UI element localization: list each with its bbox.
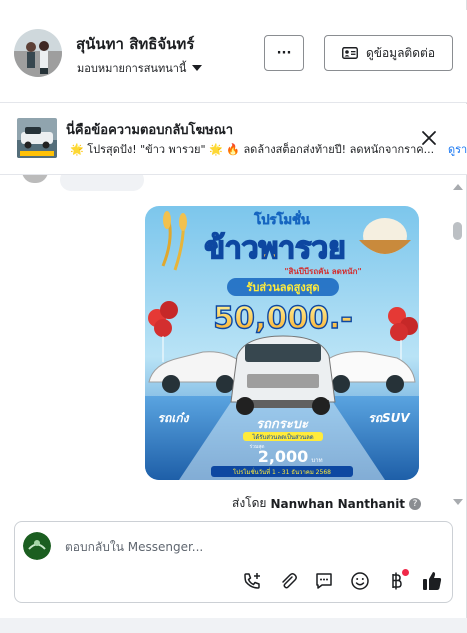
- sent-by-prefix: ส่งโดย: [232, 496, 267, 510]
- scroll-up-arrow-icon[interactable]: [453, 183, 463, 191]
- discount-value: 50,000.-: [213, 301, 353, 336]
- page-logo: [23, 532, 51, 560]
- notification-dot: [402, 569, 409, 576]
- attach-button[interactable]: [277, 570, 299, 592]
- sender-name: Nanwhan Nanthanit: [270, 496, 406, 511]
- caret-down-icon: [192, 64, 203, 71]
- assign-conversation[interactable]: มอบหมายการสนทนานี้: [77, 59, 203, 77]
- conversation-header: สุนันทา สิทธิจันทร์ มอบหมายการสนทนานี้ ·…: [0, 10, 467, 103]
- car-center: [230, 335, 336, 415]
- scrollbar-thumb[interactable]: [453, 222, 462, 240]
- view-contact-label: ดูข้อมูลติดต่อ: [365, 45, 436, 60]
- close-icon: [422, 131, 436, 145]
- suv-label: รถSUV: [368, 411, 411, 425]
- saved-reply-icon: [316, 573, 332, 589]
- scroll-down-arrow-icon[interactable]: [453, 498, 463, 506]
- help-icon[interactable]: ?: [409, 497, 422, 510]
- previous-message-bubble: [60, 175, 144, 191]
- like-button[interactable]: [421, 570, 443, 592]
- ad-reply-banner: นี่คือข้อความตอบกลับโฆษณา 🌟 โปรสุดปัง! "…: [0, 104, 467, 175]
- phone-add-icon: [244, 573, 260, 589]
- reply-input[interactable]: [63, 535, 367, 559]
- previous-sender-avatar: [22, 175, 48, 183]
- call-button[interactable]: [241, 570, 263, 592]
- payment-button[interactable]: [385, 569, 409, 592]
- pickup-label: รถกระบะ: [256, 417, 309, 432]
- message-thread[interactable]: โปรโมชั่น ข้าวพารวย "สินปีบีรถคัน ลดหนัก…: [0, 175, 450, 513]
- emoji-icon: [351, 572, 369, 590]
- conversation-panel: สุนันทา สิทธิจันทร์ มอบหมายการสนทนานี้ ·…: [0, 0, 467, 618]
- reply-composer: [14, 521, 453, 603]
- promo-tagline: "สินปีบีรถคัน ลดหนัก": [284, 266, 361, 276]
- composer-toolbar: [241, 569, 443, 592]
- ad-reply-title: นี่คือข้อความตอบกลับโฆษณา: [66, 123, 234, 138]
- view-contact-button[interactable]: ดูข้อมูลติดต่อ: [324, 35, 453, 71]
- discount-label: รับส่วนลดสูงสุด: [246, 281, 319, 295]
- ellipsis-icon: ···: [276, 45, 292, 61]
- ad-see-more-link[interactable]: ดูรา: [448, 140, 467, 158]
- saved-replies-button[interactable]: [313, 570, 335, 592]
- sedan-label: รถเก๋ง: [158, 411, 190, 425]
- more-options-button[interactable]: ···: [264, 35, 304, 71]
- close-ad-banner-button[interactable]: [419, 128, 439, 148]
- thumbs-up-icon: [423, 572, 442, 590]
- promo-image[interactable]: โปรโมชั่น ข้าวพารวย "สินปีบีรถคัน ลดหนัก…: [145, 206, 419, 480]
- emoji-button[interactable]: [349, 570, 371, 592]
- contact-name: สุนันทา สิทธิจันทร์: [76, 35, 195, 53]
- promo-date: โปรโมชั่นวันที่ 1 - 31 ธันวาคม 2568: [233, 468, 331, 476]
- pickup-value: 2,000: [258, 447, 309, 466]
- paperclip-icon: [282, 573, 297, 589]
- ad-reply-text: 🌟 โปรสุดปัง! "ข้าว พารวย" 🌟 🔥 ลดล้างสต็อ…: [70, 143, 435, 156]
- promo-headline: โปรโมชั่น: [253, 210, 310, 228]
- promo-brand: ข้าวพารวย: [204, 231, 345, 266]
- pickup-unit: บาท: [311, 457, 322, 464]
- ad-thumbnail: [17, 118, 57, 158]
- contact-card-icon: [342, 47, 358, 59]
- assign-label: มอบหมายการสนทนานี้: [77, 62, 187, 75]
- sent-by-line: ส่งโดย Nanwhan Nanthanit ?: [232, 494, 422, 513]
- pickup-sub-label: ได้รับส่วนลดเป็นส่วนลด: [251, 432, 313, 441]
- avatar[interactable]: [14, 29, 62, 77]
